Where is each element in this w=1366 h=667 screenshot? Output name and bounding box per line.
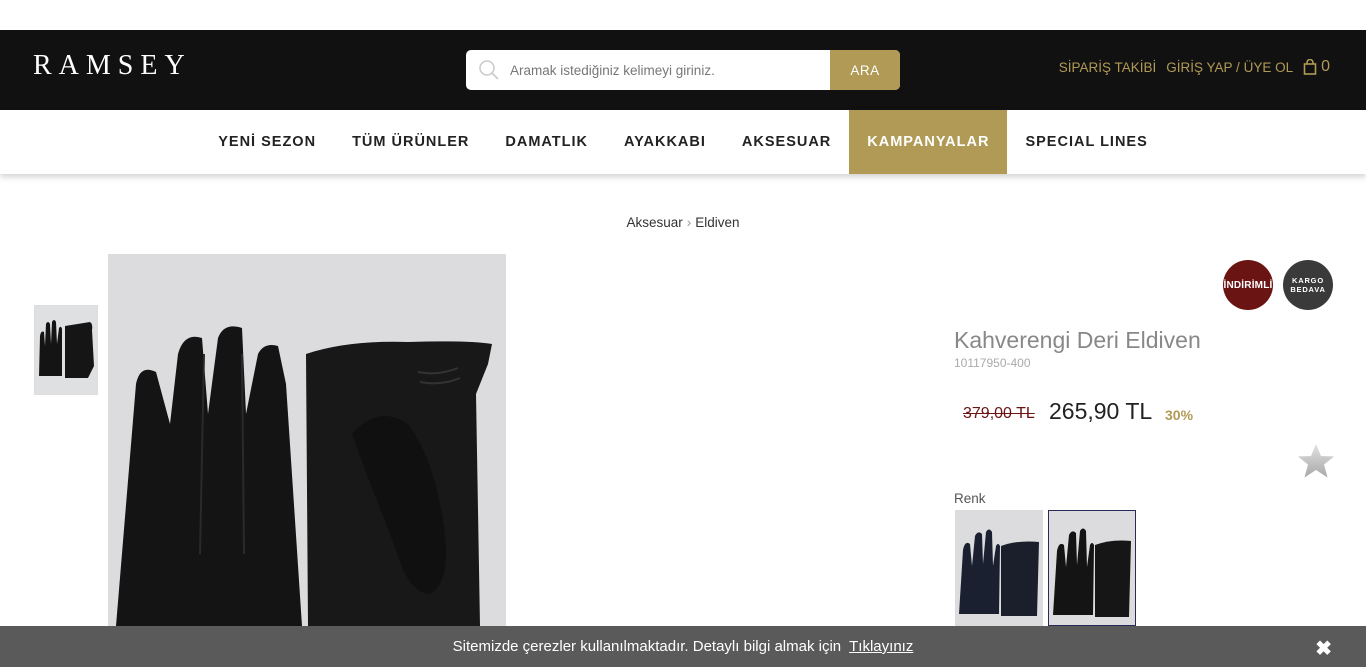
nav-item-damatlik[interactable]: DAMATLIK [487, 110, 606, 174]
search-button[interactable]: ARA [830, 50, 900, 90]
close-icon[interactable]: ✖ [1315, 636, 1332, 661]
nav-item-ayakkabi[interactable]: AYAKKABI [606, 110, 724, 174]
discount-badge: İNDİRİMLİ [1223, 260, 1273, 310]
main-navigation: YENİ SEZON TÜM ÜRÜNLER DAMATLIK AYAKKABI… [0, 110, 1366, 174]
product-code: 10117950-400 [954, 356, 1031, 370]
breadcrumb-separator: › [686, 215, 692, 230]
product-thumbnail[interactable] [34, 305, 98, 395]
breadcrumb-item-aksesuar[interactable]: Aksesuar [626, 215, 682, 230]
nav-item-aksesuar[interactable]: AKSESUAR [724, 110, 849, 174]
nav-item-kampanyalar[interactable]: KAMPANYALAR [849, 110, 1008, 174]
cart-count: 0 [1321, 58, 1330, 75]
site-logo[interactable]: RAMSEY [33, 50, 192, 82]
discount-badge-label: İNDİRİMLİ [1223, 279, 1273, 291]
free-shipping-line2: BEDAVA [1290, 285, 1326, 294]
nav-item-tum-urunler[interactable]: TÜM ÜRÜNLER [334, 110, 487, 174]
site-header: RAMSEY ARA SİPARİŞ TAKİBİ GİRİŞ YAP / ÜY… [0, 30, 1366, 110]
color-swatch-navy[interactable] [955, 510, 1043, 626]
current-price: 265,90 TL [1049, 398, 1153, 424]
product-title: Kahverengi Deri Eldiven [954, 327, 1201, 353]
gloves-image [108, 254, 506, 626]
search-bar: ARA [466, 50, 900, 90]
free-shipping-line1: KARGO [1292, 276, 1324, 285]
nav-item-special-lines[interactable]: SPECIAL LINES [1007, 110, 1165, 174]
navy-gloves-swatch-image [955, 510, 1043, 626]
cookie-consent-bar: Sitemizde çerezler kullanılmaktadır. Det… [0, 626, 1366, 667]
shopping-bag-icon [1303, 59, 1317, 75]
nav-item-yeni-sezon[interactable]: YENİ SEZON [200, 110, 334, 174]
cart-button[interactable]: 0 [1303, 58, 1330, 76]
header-links: SİPARİŞ TAKİBİ GİRİŞ YAP / ÜYE OL 0 [1059, 58, 1330, 76]
breadcrumb: Aksesuar › Eldiven [0, 215, 1366, 230]
order-tracking-link[interactable]: SİPARİŞ TAKİBİ [1059, 60, 1157, 75]
login-register-link[interactable]: GİRİŞ YAP / ÜYE OL [1166, 60, 1293, 75]
product-main-image[interactable] [108, 254, 506, 626]
brown-gloves-swatch-image [1049, 511, 1135, 625]
color-label: Renk [954, 491, 986, 506]
favorite-star-icon[interactable] [1297, 442, 1335, 480]
gloves-thumbnail-image [35, 306, 97, 394]
search-icon [479, 60, 499, 80]
color-swatch-brown-selected[interactable] [1048, 510, 1136, 626]
cookie-details-link[interactable]: Tıklayınız [849, 638, 913, 655]
breadcrumb-item-eldiven[interactable]: Eldiven [695, 215, 739, 230]
discount-percent: 30% [1165, 407, 1194, 423]
cookie-message: Sitemizde çerezler kullanılmaktadır. Det… [452, 638, 842, 655]
free-shipping-badge: KARGO BEDAVA [1283, 260, 1333, 310]
old-price: 379,00 TL [963, 405, 1035, 422]
